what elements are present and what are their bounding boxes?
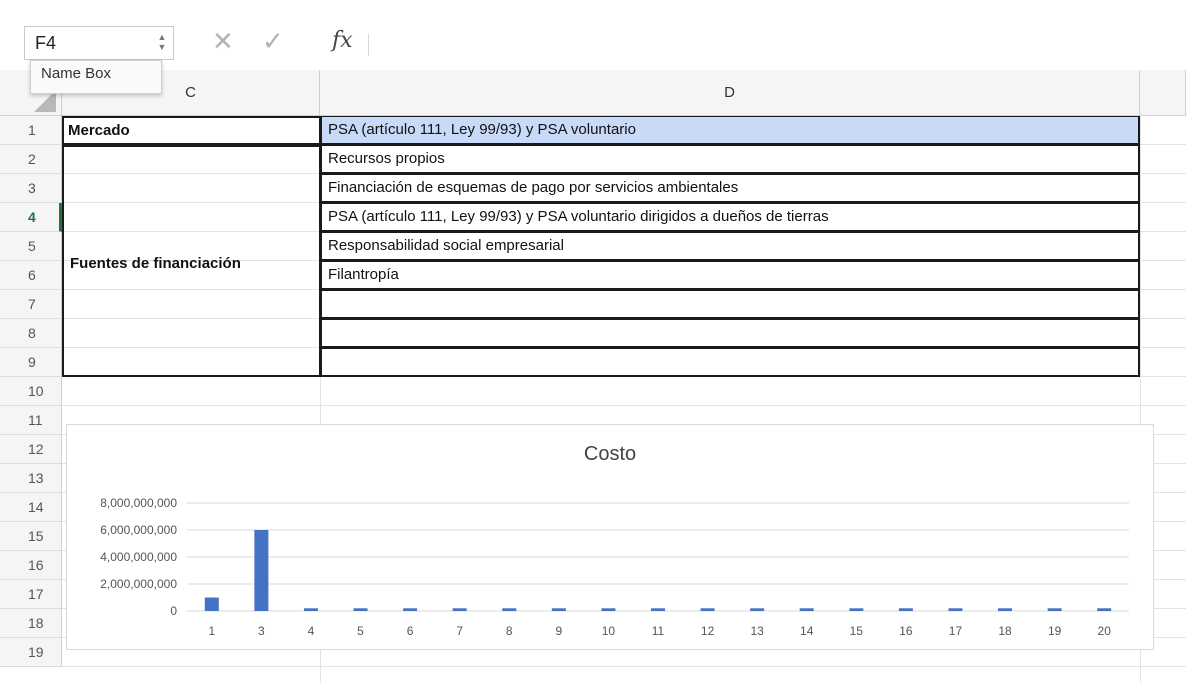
insert-function-icon[interactable]: fx — [332, 28, 353, 53]
chart-bar — [898, 608, 913, 611]
chart-bar — [601, 608, 616, 611]
row-header-2[interactable]: 2 — [0, 145, 62, 174]
x-tick-label: 18 — [998, 624, 1012, 638]
x-tick-label: 9 — [555, 624, 562, 638]
row-header-13[interactable]: 13 — [0, 464, 62, 493]
y-tick-label: 6,000,000,000 — [100, 523, 177, 537]
row-header-3[interactable]: 3 — [0, 174, 62, 203]
formula-separator — [368, 34, 369, 56]
x-tick-label: 5 — [357, 624, 364, 638]
chart-bar — [799, 608, 814, 611]
chart-bar — [849, 608, 864, 611]
name-box-value: F4 — [35, 33, 57, 53]
x-tick-label: 1 — [208, 624, 215, 638]
y-tick-label: 4,000,000,000 — [100, 550, 177, 564]
chart-bar — [204, 597, 219, 611]
name-box-tooltip: Name Box — [30, 60, 162, 94]
chart-bar — [750, 608, 765, 611]
x-tick-label: 7 — [456, 624, 463, 638]
row-header-18[interactable]: 18 — [0, 609, 62, 638]
cell-d5[interactable]: Responsabilidad social empresarial — [320, 232, 1140, 261]
row-header-5[interactable]: 5 — [0, 232, 62, 261]
chart-bar — [502, 608, 517, 611]
row-header-7[interactable]: 7 — [0, 290, 62, 319]
x-tick-label: 3 — [258, 624, 265, 638]
formula-bar: F4 ▲ ▼ ✕ ✓ fx — [0, 0, 1186, 71]
cell-d8[interactable] — [320, 319, 1140, 348]
x-tick-label: 10 — [602, 624, 616, 638]
row-header-19[interactable]: 19 — [0, 638, 62, 667]
chart-bar — [452, 608, 467, 611]
row-header-1[interactable]: 1 — [0, 116, 62, 145]
x-tick-label: 4 — [308, 624, 315, 638]
cost-chart[interactable]: Costo 0 2,000,000,000 4,000,000,000 6,000,0… — [66, 424, 1154, 650]
x-tick-label: 14 — [800, 624, 814, 638]
x-tick-label: 12 — [701, 624, 715, 638]
row-header-10[interactable]: 10 — [0, 377, 62, 406]
y-tick-label: 2,000,000,000 — [100, 577, 177, 591]
row-header-8[interactable]: 8 — [0, 319, 62, 348]
x-tick-label: 20 — [1098, 624, 1112, 638]
x-tick-label: 16 — [899, 624, 913, 638]
chart-bar — [551, 608, 566, 611]
chart-bar — [303, 608, 318, 611]
row-header-6[interactable]: 6 — [0, 261, 62, 290]
cell-c2-c9-merged[interactable]: Fuentes de financiación — [62, 145, 320, 377]
x-tick-label: 6 — [407, 624, 414, 638]
cell-c-merged-label: Fuentes de financiación — [70, 255, 241, 272]
y-tick-label: 8,000,000,000 — [100, 496, 177, 510]
chart-bar — [1097, 608, 1112, 611]
row-header-17[interactable]: 17 — [0, 580, 62, 609]
enter-icon[interactable]: ✓ — [262, 26, 284, 57]
cell-d1[interactable]: PSA (artículo 111, Ley 99/93) y PSA volu… — [320, 116, 1140, 145]
x-tick-label: 17 — [949, 624, 963, 638]
cell-d4[interactable]: PSA (artículo 111, Ley 99/93) y PSA volu… — [320, 203, 1140, 232]
chart-bar — [1047, 608, 1062, 611]
cell-d6[interactable]: Filantropía — [320, 261, 1140, 290]
name-box-spinner-icon[interactable]: ▲ ▼ — [157, 32, 167, 54]
chart-bar — [353, 608, 368, 611]
column-header-d[interactable]: D — [320, 70, 1140, 116]
chart-bar — [403, 608, 418, 611]
x-tick-label: 13 — [750, 624, 764, 638]
row-header-15[interactable]: 15 — [0, 522, 62, 551]
row-header-12[interactable]: 12 — [0, 435, 62, 464]
cell-d3[interactable]: Financiación de esquemas de pago por ser… — [320, 174, 1140, 203]
cell-d2[interactable]: Recursos propios — [320, 145, 1140, 174]
chart-bar — [254, 530, 269, 611]
cell-d9[interactable] — [320, 348, 1140, 377]
chart-bar — [651, 608, 665, 611]
chart-bar — [700, 608, 715, 611]
gridline — [62, 666, 1186, 667]
name-box[interactable]: F4 ▲ ▼ — [24, 26, 174, 60]
x-tick-label: 8 — [506, 624, 513, 638]
cancel-icon[interactable]: ✕ — [212, 26, 234, 57]
cell-c1-border — [62, 116, 320, 145]
column-header-e[interactable] — [1140, 70, 1186, 116]
row-header-16[interactable]: 16 — [0, 551, 62, 580]
row-header-4[interactable]: 4 — [0, 203, 62, 232]
chart-plot: 0 2,000,000,000 4,000,000,000 6,000,000,000… — [100, 496, 1129, 638]
cell-d7[interactable] — [320, 290, 1140, 319]
row-header-14[interactable]: 14 — [0, 493, 62, 522]
chart-bar — [998, 608, 1013, 611]
y-tick-label: 0 — [170, 604, 177, 618]
row-header-11[interactable]: 11 — [0, 406, 62, 435]
row-header-9[interactable]: 9 — [0, 348, 62, 377]
x-tick-label: 19 — [1048, 624, 1062, 638]
x-tick-label: 11 — [652, 624, 665, 638]
chart-bar — [948, 608, 963, 611]
gridline — [62, 405, 1186, 406]
x-tick-label: 15 — [850, 624, 864, 638]
